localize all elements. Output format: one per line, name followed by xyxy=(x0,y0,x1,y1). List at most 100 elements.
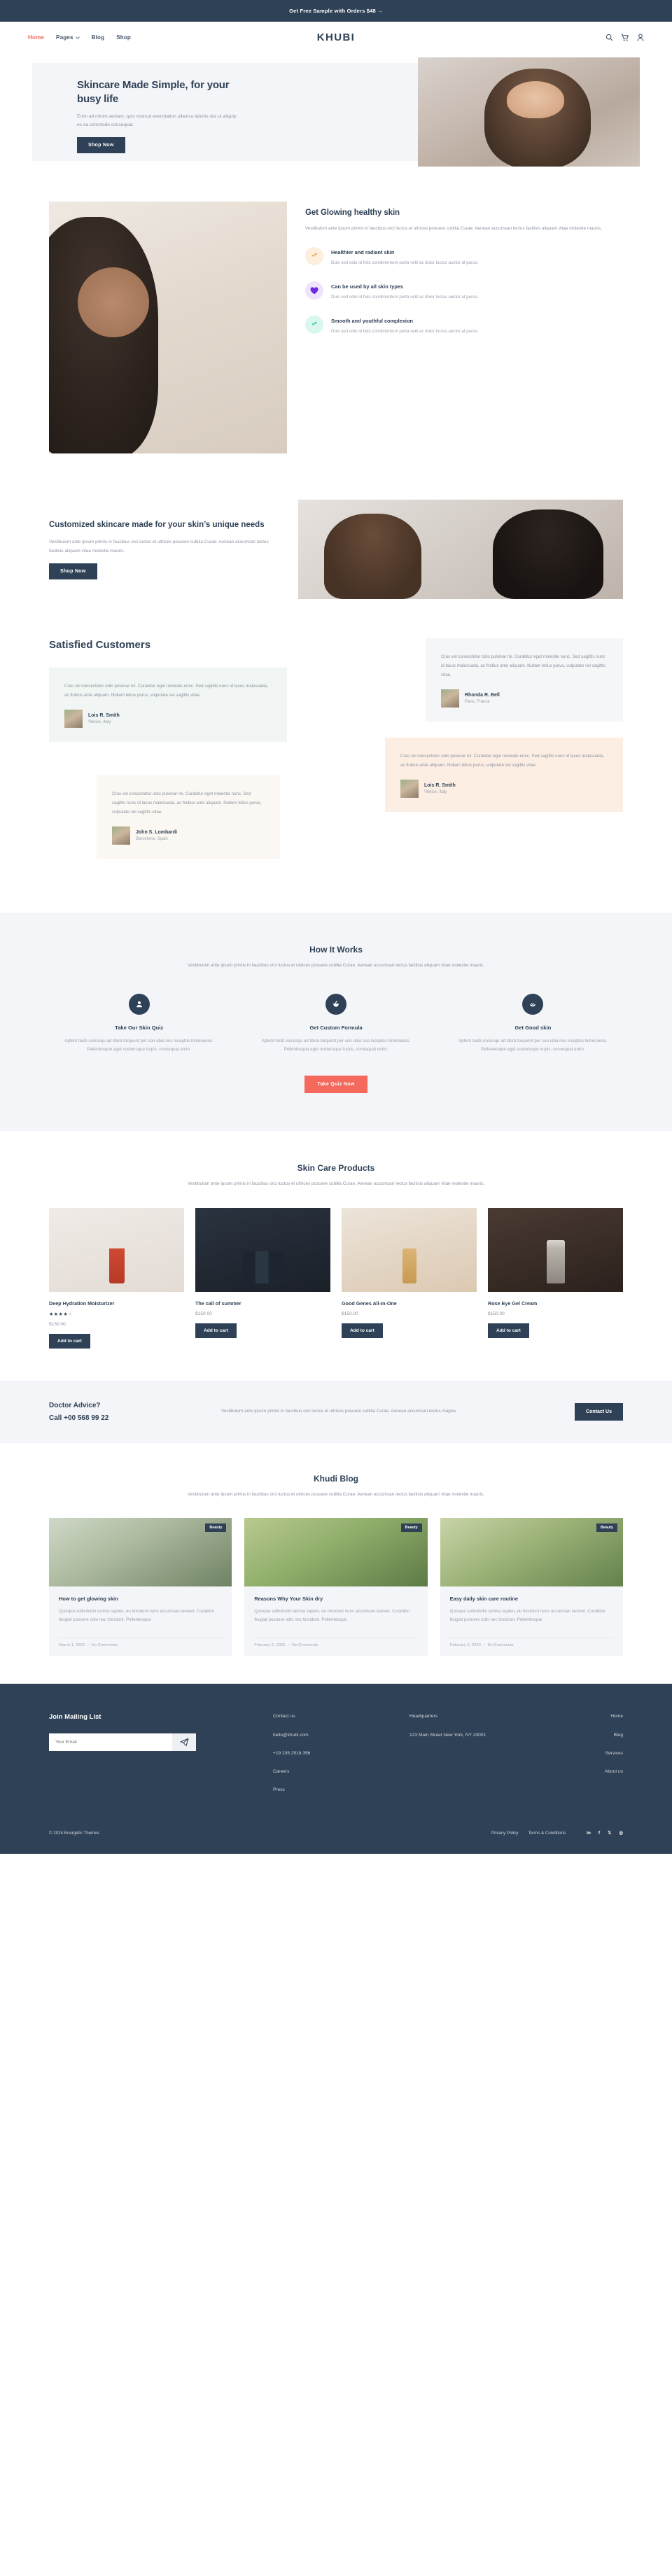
product-image xyxy=(195,1208,330,1293)
product-name: Deep Hydration Moisturizer xyxy=(49,1300,115,1307)
heart-icon xyxy=(305,281,323,300)
promo-bar[interactable]: Get Free Sample with Orders $48 → xyxy=(0,0,672,22)
add-to-cart-button[interactable]: Add to cart xyxy=(488,1323,529,1339)
blog-image: Beauty xyxy=(440,1518,623,1587)
nav-item-pages[interactable]: Pages xyxy=(56,34,80,41)
nav-item-blog[interactable]: Blog xyxy=(92,34,105,41)
testimonial-card: Cras vel consectetur odio pulvinar mi. C… xyxy=(49,667,287,742)
blog-post-title[interactable]: How to get glowing skin xyxy=(59,1596,222,1602)
product-price: $150.00 xyxy=(342,1311,358,1317)
blog-badge: Beauty xyxy=(205,1523,227,1533)
testimonial-quote: Cras vel consectetur odio pulvinar mi. C… xyxy=(112,791,262,815)
nav-item-home[interactable]: Home xyxy=(28,34,44,41)
feature-item: Smooth and youthful complexion Duis sed … xyxy=(305,316,623,336)
footer-links-column: Home Blog Services About us xyxy=(546,1713,623,1805)
footer-link[interactable]: hello@khubi.com xyxy=(273,1732,396,1739)
facebook-icon[interactable]: f xyxy=(598,1831,600,1836)
leaf-icon xyxy=(522,994,544,1015)
blog-card[interactable]: Beauty Easy daily skin care routine Quis… xyxy=(440,1518,623,1656)
blog-post-title[interactable]: Easy daily skin care routine xyxy=(450,1596,613,1602)
blog-meta: February 2, 2020 – No Comments xyxy=(254,1637,418,1656)
products-section: Skin Care Products Vestibulum ante ipsum… xyxy=(0,1131,672,1381)
blog-image: Beauty xyxy=(244,1518,428,1587)
doctor-title: Doctor Advice? xyxy=(49,1402,101,1410)
contact-us-button[interactable]: Contact Us xyxy=(575,1403,623,1421)
testimonial-name: Rhonda R. Bell xyxy=(465,692,500,698)
product-price: $150.00 xyxy=(49,1322,66,1328)
footer-link[interactable]: Careers xyxy=(273,1768,396,1775)
feature-title: Healthier and radiant skin xyxy=(331,249,395,256)
instagram-icon[interactable]: ◎ xyxy=(619,1830,623,1836)
account-icon[interactable] xyxy=(637,34,644,41)
products-lead: Vestibulum ante ipsum primis in faucibus… xyxy=(188,1181,484,1186)
add-to-cart-button[interactable]: Add to cart xyxy=(342,1323,383,1339)
blog-date: February 2, 2020 xyxy=(449,1643,481,1648)
site-footer: Join Mailing List Contact us hello@khubi… xyxy=(0,1684,672,1854)
nav-label: Home xyxy=(28,34,45,41)
twitter-icon[interactable]: 𝕏 xyxy=(608,1830,611,1836)
newsletter-form xyxy=(49,1733,196,1752)
step-title: Take Our Skin Quiz xyxy=(115,1025,164,1032)
step-body: Aptent taciti sociosqu ad litora torquen… xyxy=(64,1039,214,1053)
footer-hq-address: 123 Main Street New York, NY 20001 xyxy=(410,1732,486,1738)
take-quiz-button[interactable]: Take Quiz Now xyxy=(304,1075,368,1093)
product-card[interactable]: Rose Eye Gel Cream $150.00 Add to cart xyxy=(488,1208,623,1349)
product-card[interactable]: Deep Hydration Moisturizer ★★★★★ $150.00… xyxy=(49,1208,184,1349)
feature-item: Can be used by all skin types Duis sed o… xyxy=(305,281,623,302)
testimonial-quote: Cras vel consectetur odio pulvinar mi. C… xyxy=(64,683,268,698)
custom-shop-now-button[interactable]: Shop Now xyxy=(49,563,97,580)
footer-link[interactable]: Press xyxy=(273,1787,396,1794)
linkedin-icon[interactable]: in xyxy=(587,1831,591,1836)
how-step: Get Custom Formula Aptent taciti sociosq… xyxy=(246,994,426,1054)
avatar xyxy=(400,779,419,798)
product-image xyxy=(488,1208,623,1293)
cart-icon[interactable] xyxy=(621,34,629,41)
terms-link[interactable]: Terms & Conditions xyxy=(528,1831,566,1836)
product-price: $150.00 xyxy=(195,1311,212,1317)
footer-hq-column: Headquarters 123 Main Street New York, N… xyxy=(410,1713,532,1805)
step-body: Aptent taciti sociosqu ad litora torquen… xyxy=(261,1039,411,1053)
email-input[interactable] xyxy=(49,1733,172,1752)
customized-skincare-section: Customized skincare made for your skin’s… xyxy=(49,467,623,623)
glowing-skin-section: Get Glowing healthy skin Vestibulum ante… xyxy=(49,161,623,467)
footer-link[interactable]: Services xyxy=(546,1750,623,1757)
product-card[interactable]: Good Genes All-In-One $150.00 Add to car… xyxy=(342,1208,477,1349)
step-body: Aptent taciti sociosqu ad litora torquen… xyxy=(458,1039,608,1053)
footer-link[interactable]: About us xyxy=(546,1768,623,1775)
feature-body: Duis sed odio id felis condimentum porta… xyxy=(331,329,479,335)
newsletter-submit-button[interactable] xyxy=(172,1733,196,1752)
customized-skincare-image xyxy=(298,500,623,599)
hero-title: Skincare Made Simple, for your busy life xyxy=(77,79,230,105)
nav-label: Blog xyxy=(91,34,105,41)
search-icon[interactable] xyxy=(606,34,613,41)
chevron-down-icon xyxy=(75,36,80,39)
footer-link[interactable]: +19 235 2518 356 xyxy=(273,1750,396,1757)
site-logo[interactable]: KHUBI xyxy=(317,31,356,43)
blog-lead: Vestibulum ante ipsum primis in faucibus… xyxy=(188,1492,484,1498)
footer-link[interactable]: Home xyxy=(546,1713,623,1720)
blog-card[interactable]: Beauty How to get glowing skin Quisque s… xyxy=(49,1518,232,1656)
testimonial-location: Venice, Italy xyxy=(88,719,111,724)
hero-content: Skincare Made Simple, for your busy life… xyxy=(77,78,238,153)
blog-date: February 2, 2020 xyxy=(254,1643,286,1648)
how-it-works-section: How It Works Vestibulum ante ipsum primi… xyxy=(0,912,672,1131)
how-step: Get Good skin Aptent taciti sociosqu ad … xyxy=(443,994,623,1054)
footer-link[interactable]: Blog xyxy=(546,1732,623,1739)
feature-body: Duis sed odio id felis condimentum porta… xyxy=(331,295,479,300)
privacy-policy-link[interactable]: Privacy Policy xyxy=(491,1831,519,1836)
testimonial-quote: Cras vel consectetur odio pulvinar mi. C… xyxy=(400,753,604,768)
add-to-cart-button[interactable]: Add to cart xyxy=(49,1334,90,1349)
blog-card[interactable]: Beauty Reasons Why Your Skin dry Quisque… xyxy=(244,1518,428,1656)
doctor-advice-section: Doctor Advice? Call +00 568 99 22 Vestib… xyxy=(0,1381,672,1444)
footer-contact-column: Contact us hello@khubi.com +19 235 2518 … xyxy=(273,1713,396,1805)
nav-item-shop[interactable]: Shop xyxy=(116,34,131,41)
footer-link[interactable]: Contact us xyxy=(273,1713,396,1720)
testimonial-name: John S. Lombardi xyxy=(136,829,178,835)
product-card[interactable]: The call of summer $150.00 Add to cart xyxy=(195,1208,330,1349)
add-to-cart-button[interactable]: Add to cart xyxy=(195,1323,237,1339)
testimonial-card: Cras vel consectetur odio pulvinar mi. C… xyxy=(97,775,280,859)
product-name: Good Genes All-In-One xyxy=(342,1300,397,1307)
doctor-phone: Call +00 568 99 22 xyxy=(49,1414,109,1423)
hero-shop-now-button[interactable]: Shop Now xyxy=(77,136,125,153)
blog-post-title[interactable]: Reasons Why Your Skin dry xyxy=(254,1596,417,1602)
